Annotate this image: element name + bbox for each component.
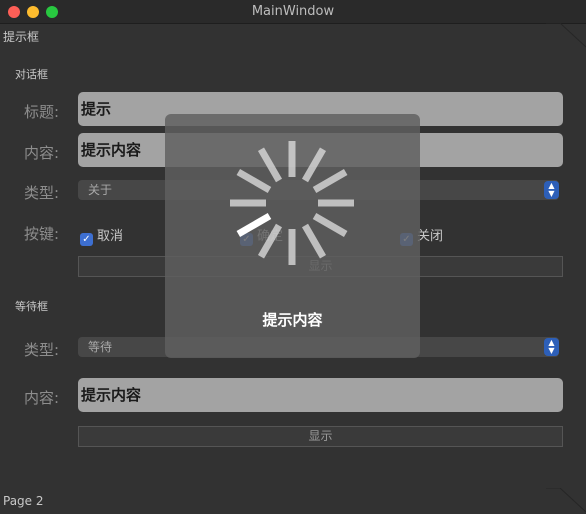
dialog-type-value: 关于 [88,183,113,197]
spinner-spoke [288,141,296,177]
wait-type-label: 类型: [24,341,60,359]
spinner-spoke [257,147,283,183]
window-title: MainWindow [251,4,335,19]
status-bar-text: Page 2 [3,494,44,508]
page-corner-decoration [546,488,586,513]
close-checkbox-label: 关闭 [417,229,444,244]
spinner-spoke [318,199,354,207]
loading-spinner-icon [230,141,354,265]
loading-message: 提示内容 [262,311,323,329]
buttons-label: 按键: [24,225,60,243]
dialog-section-heading: 对话框 [15,68,48,81]
content-label: 内容: [24,144,60,162]
spinner-spoke [257,223,283,259]
loading-overlay: 提示内容 [165,114,420,358]
title-bar: MainWindow [0,0,586,24]
wait-type-value: 等待 [88,340,113,354]
page-title: 提示框 [3,30,40,44]
spinner-spoke [301,223,327,259]
spinner-spoke [230,199,266,207]
chevron-updown-icon: ▲ ▼ [544,181,559,199]
checkmark-icon: ✓ [80,233,93,246]
wait-content-label: 内容: [24,389,60,407]
cancel-checkbox[interactable]: ✓ 取消 [80,225,124,246]
wait-content-input[interactable]: 提示内容 [78,378,563,412]
wait-show-button[interactable]: 显示 [78,426,563,447]
spinner-spoke [312,212,348,238]
wait-section-heading: 等待框 [15,300,48,313]
spinner-spoke [312,168,348,194]
title-label: 标题: [24,103,60,121]
chevron-updown-icon: ▲ ▼ [544,338,559,356]
spinner-spoke [236,212,272,238]
page-corner-decoration [546,23,586,48]
spinner-spoke [288,229,296,265]
spinner-spoke [236,168,272,194]
dialog-type-label: 类型: [24,184,60,202]
spinner-spoke [301,147,327,183]
cancel-checkbox-label: 取消 [97,229,124,244]
